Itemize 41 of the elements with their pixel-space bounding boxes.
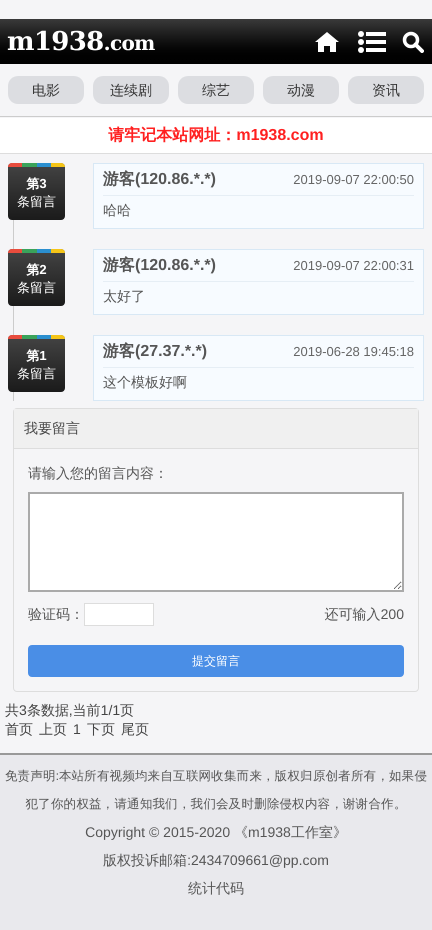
remaining-count: 还可输入200 [324,605,404,624]
comment-text: 哈哈 [103,201,132,220]
nav-tab[interactable]: 电影 [8,76,84,104]
message-input[interactable] [28,492,404,592]
nav-tab[interactable]: 动漫 [263,76,339,104]
nav-tab[interactable]: 连续剧 [93,76,169,104]
home-icon[interactable] [314,30,340,52]
comment-author: 游客(27.37.*.*) [103,341,208,362]
badge-label: 条留言 [16,279,57,297]
comment-time: 2019-09-07 22:00:31 [293,256,414,275]
captcha-input[interactable] [84,603,154,626]
comment-time: 2019-06-28 19:45:18 [293,342,414,361]
comment-text: 这个模板好啊 [103,373,188,392]
badge-number: 第2 [25,261,48,279]
comment-time: 2019-09-07 22:00:50 [293,170,414,189]
badge-number: 第1 [25,347,48,365]
comment-author: 游客(120.86.*.*) [103,255,216,276]
form-title: 我要留言 [24,419,80,438]
pagination-link[interactable]: 1 [73,720,81,739]
email-text: 版权投诉邮箱:2434709661@pp.com [102,851,330,870]
search-icon[interactable] [402,30,424,52]
nav-tab[interactable]: 综艺 [178,76,254,104]
nav-tab[interactable]: 资讯 [348,76,424,104]
badge-label: 条留言 [16,365,57,383]
content-label: 请输入您的留言内容： [28,464,169,483]
notice-text: 请牢记本站网址：m1938.com [108,125,324,146]
list-icon[interactable] [358,30,386,52]
pagination-link[interactable]: 上页 [39,720,67,739]
pagination-summary: 共3条数据,当前1/1页 [5,701,136,720]
site-logo[interactable]: m1938.com [7,28,155,54]
badge-number: 第3 [25,175,48,193]
pagination-link[interactable]: 首页 [5,720,33,739]
comment-author: 游客(120.86.*.*) [103,169,216,190]
stats-link[interactable]: 统计代码 [0,874,432,902]
captcha-label: 验证码： [28,605,84,624]
pagination-link[interactable]: 尾页 [120,720,149,739]
badge-label: 条留言 [16,193,57,211]
comment-text: 太好了 [103,287,146,306]
pagination-link[interactable]: 下页 [86,720,115,739]
disclaimer-text: 免责声明:本站所有视频均来自互联网收集而来，版权归原创者所有，如果侵犯了你的权益，请通知我们，我们会及时删除侵权内容，谢谢合作。 [4,768,428,813]
copyright-text: Copyright © 2015-2020 《m1938工作室》 [84,823,348,842]
